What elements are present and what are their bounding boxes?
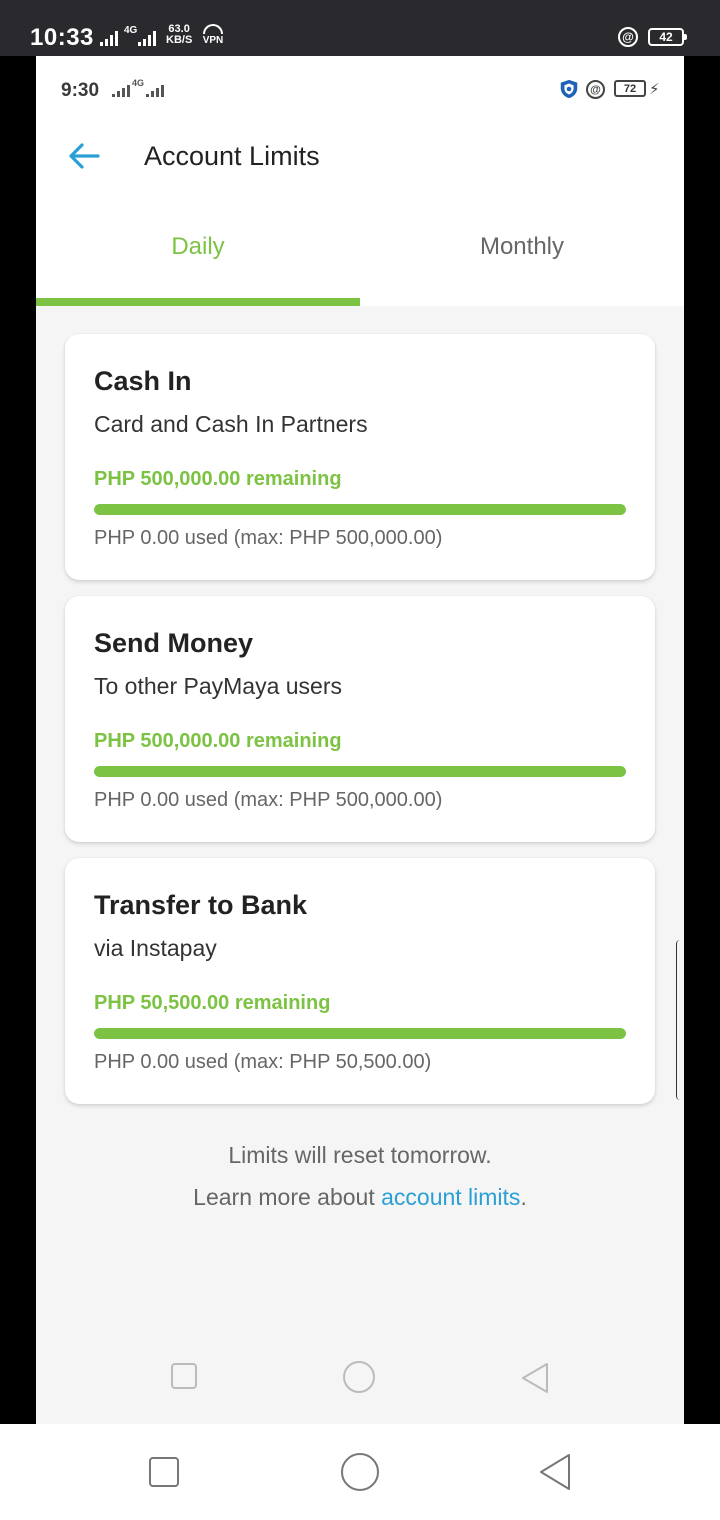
learn-more-line: Learn more about account limits. [36,1176,684,1218]
home-circle-icon[interactable] [340,1452,380,1492]
limit-remaining: PHP 50,500.00 remaining [94,992,331,1014]
limit-title: Cash In [94,366,192,396]
learn-more-prefix: Learn more about [193,1184,382,1210]
back-button[interactable] [64,136,104,176]
limit-progress-bar [94,1028,626,1039]
outer-signal-icon-1 [100,28,118,46]
scroll-edge-marker [676,940,682,1100]
vpn-icon: VPN [201,24,225,46]
limit-progress-bar [94,766,626,777]
account-limits-link[interactable]: account limits [381,1184,520,1210]
outer-speed-unit: KB/S [166,34,193,46]
inner-signal-icon-2 [146,83,164,97]
limits-footer: Limits will reset tomorrow. Learn more a… [36,1134,684,1218]
reset-note: Limits will reset tomorrow. [228,1142,492,1168]
inner-back-triangle-icon[interactable] [520,1362,550,1394]
learn-more-suffix: . [520,1184,527,1210]
vpn-label: VPN [202,35,224,46]
limit-card-transfer-to-bank: Transfer to Bank via Instapay PHP 50,500… [65,858,655,1104]
limit-title: Transfer to Bank [94,890,308,920]
limit-subtitle: via Instapay [94,935,217,961]
tab-daily-label: Daily [171,233,225,260]
limit-card-cash-in: Cash In Card and Cash In Partners PHP 50… [65,334,655,580]
inner-status-time: 9:30 [61,80,100,101]
limit-progress-bar [94,504,626,515]
charging-icon: ⚡ [649,81,660,98]
app-screen: 9:30 4G @ 72 ⚡ Account Limits Daily Mont… [36,56,684,1424]
app-bar: Account Limits [36,122,684,188]
outer-signal-icon-2 [138,28,156,46]
period-tabs: Daily Monthly [36,188,684,306]
inner-at-sign-icon: @ [586,80,605,99]
limit-remaining: PHP 500,000.00 remaining [94,468,342,490]
back-triangle-icon[interactable] [538,1453,572,1491]
limit-subtitle: Card and Cash In Partners [94,411,368,437]
tab-monthly-label: Monthly [479,233,565,260]
inner-navigation-bar [36,1334,684,1424]
limit-progress-fill [94,504,626,515]
limit-remaining: PHP 500,000.00 remaining [94,730,342,752]
outer-navigation-bar [0,1424,720,1520]
inner-home-circle-icon[interactable] [342,1360,376,1394]
inner-network-label: 4G [132,78,145,88]
limit-used: PHP 0.00 used (max: PHP 500,000.00) [94,789,443,811]
inner-signal-icon-1 [112,83,130,97]
limit-progress-fill [94,766,626,777]
tab-daily[interactable]: Daily [36,188,360,306]
page-title: Account Limits [144,141,320,171]
limit-progress-fill [94,1028,626,1039]
limit-subtitle: To other PayMaya users [94,673,343,699]
outer-network-speed: 63.0 KB/S [166,24,192,46]
inner-status-bar: 9:30 4G @ 72 ⚡ [36,56,684,122]
limit-title: Send Money [94,628,254,658]
outer-battery-icon: 42 [648,28,687,46]
shield-icon [560,79,578,99]
inner-recents-square-icon[interactable] [170,1362,198,1390]
outer-status-time: 10:33 [30,24,94,51]
outer-status-bar: 10:33 4G 63.0 KB/S VPN @ 42 [0,0,720,56]
inner-battery-level: 72 [623,82,637,95]
limit-used: PHP 0.00 used (max: PHP 50,500.00) [94,1051,432,1073]
limit-card-send-money: Send Money To other PayMaya users PHP 50… [65,596,655,842]
outer-battery-level: 42 [659,30,673,44]
limits-list: Cash In Card and Cash In Partners PHP 50… [65,334,655,1120]
tab-monthly[interactable]: Monthly [360,188,684,306]
limit-used: PHP 0.00 used (max: PHP 500,000.00) [94,527,443,549]
outer-network-label: 4G [124,25,138,36]
inner-battery-icon: 72 [614,80,646,97]
recents-square-icon[interactable] [148,1456,180,1488]
arrow-left-icon [69,143,100,169]
at-sign-icon: @ [618,27,638,47]
